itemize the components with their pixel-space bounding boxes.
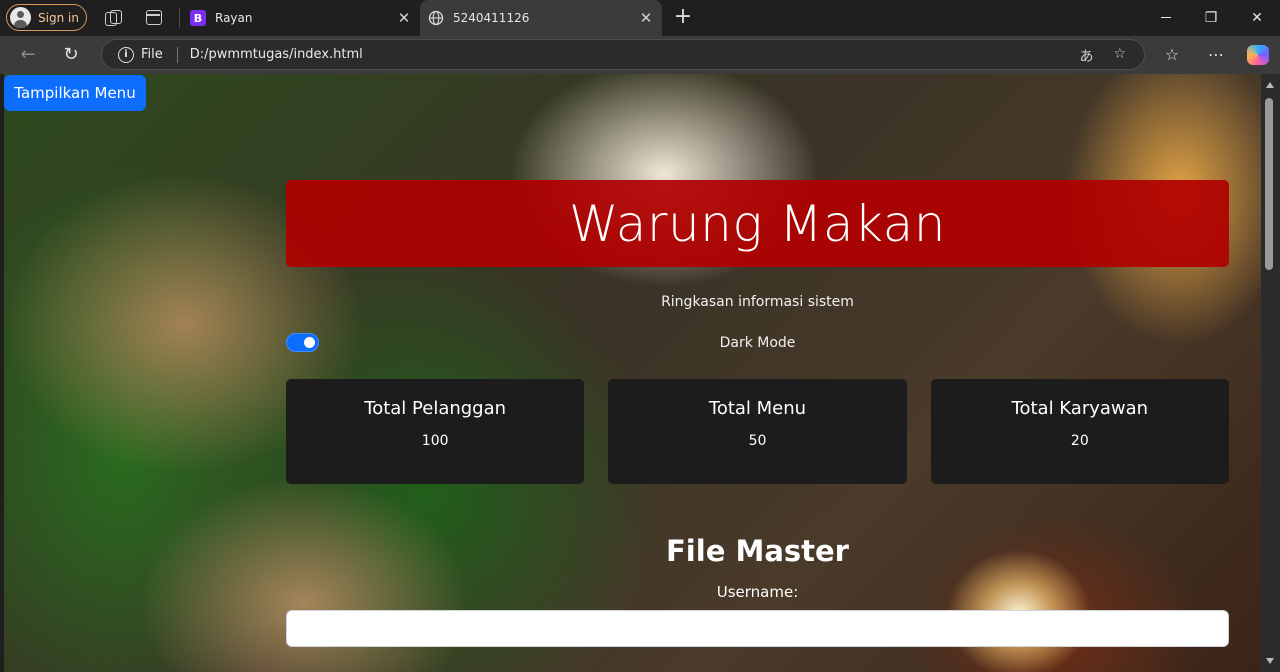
workspaces-icon[interactable] <box>104 9 122 27</box>
stat-card-menu: Total Menu 50 <box>608 379 907 484</box>
profile-avatar-icon <box>10 7 31 28</box>
more-options-icon[interactable]: ⋯ <box>1205 44 1227 66</box>
favorite-star-icon[interactable]: ☆ <box>1113 46 1126 66</box>
username-label: Username: <box>716 583 799 601</box>
scheme-label: File <box>141 47 163 62</box>
tab-title: 5240411126 <box>453 11 530 25</box>
minimize-icon[interactable] <box>1156 8 1176 28</box>
username-input[interactable] <box>286 610 1229 647</box>
tab-actions-icon[interactable] <box>146 10 162 25</box>
new-tab-icon[interactable]: + <box>673 6 693 28</box>
page-subtitle: Ringkasan informasi sistem <box>661 294 854 310</box>
globe-icon <box>428 10 444 26</box>
dark-mode-label: Dark Mode <box>719 335 796 351</box>
scroll-down-icon[interactable] <box>1266 658 1274 664</box>
address-toolbar: ← ↻ i File D:/pwmmtugas/index.html あ ☆ ☆… <box>0 36 1280 74</box>
toggle-knob <box>304 337 315 348</box>
tab-rayan[interactable]: B Rayan ✕ <box>182 0 420 36</box>
scroll-up-icon[interactable] <box>1266 82 1274 88</box>
dark-mode-toggle[interactable] <box>286 333 319 352</box>
read-aloud-icon[interactable]: あ <box>1079 46 1093 66</box>
stat-title: Total Pelanggan <box>364 398 507 419</box>
stat-title: Total Menu <box>708 398 807 419</box>
page-title: Warung Makan <box>286 180 1229 267</box>
sign-in-button[interactable]: Sign in <box>6 4 87 31</box>
stat-value: 20 <box>1070 433 1089 449</box>
sign-in-label: Sign in <box>38 10 79 25</box>
stat-value: 100 <box>421 433 449 449</box>
tab-title: Rayan <box>215 11 253 25</box>
reload-icon[interactable]: ↻ <box>60 44 82 66</box>
stat-title: Total Karyawan <box>1011 398 1149 419</box>
stat-card-employees: Total Karyawan 20 <box>930 379 1229 484</box>
window-close-icon[interactable]: ✕ <box>1247 8 1267 28</box>
page-viewport: Tampilkan Menu Warung Makan Ringkasan in… <box>4 74 1261 672</box>
scroll-thumb[interactable] <box>1265 98 1273 270</box>
restore-icon[interactable]: ❐ <box>1201 8 1221 28</box>
bootstrap-icon: B <box>190 10 206 26</box>
stat-card-customers: Total Pelanggan 100 <box>286 379 585 484</box>
copilot-icon[interactable] <box>1247 45 1269 65</box>
stat-value: 50 <box>748 433 767 449</box>
url-text[interactable]: D:/pwmmtugas/index.html <box>190 47 363 62</box>
tab-divider <box>179 8 180 28</box>
file-master-heading: File Master <box>666 534 849 568</box>
page-scrollbar[interactable] <box>1261 74 1280 672</box>
browser-tab-strip: Sign in B Rayan ✕ 5240411126 ✕ + ❐ ✕ <box>0 0 1280 36</box>
tab-active-page[interactable]: 5240411126 ✕ <box>420 0 662 36</box>
stats-cards: Total Pelanggan 100 Total Menu 50 Total … <box>286 379 1229 484</box>
address-bar[interactable]: i File D:/pwmmtugas/index.html あ ☆ <box>101 39 1145 70</box>
back-icon[interactable]: ← <box>17 44 39 66</box>
close-icon[interactable]: ✕ <box>639 9 653 27</box>
show-menu-button[interactable]: Tampilkan Menu <box>4 75 146 111</box>
favorites-icon[interactable]: ☆ <box>1161 44 1183 66</box>
close-icon[interactable]: ✕ <box>397 9 411 27</box>
info-icon[interactable]: i <box>118 46 134 63</box>
address-divider <box>176 46 178 63</box>
